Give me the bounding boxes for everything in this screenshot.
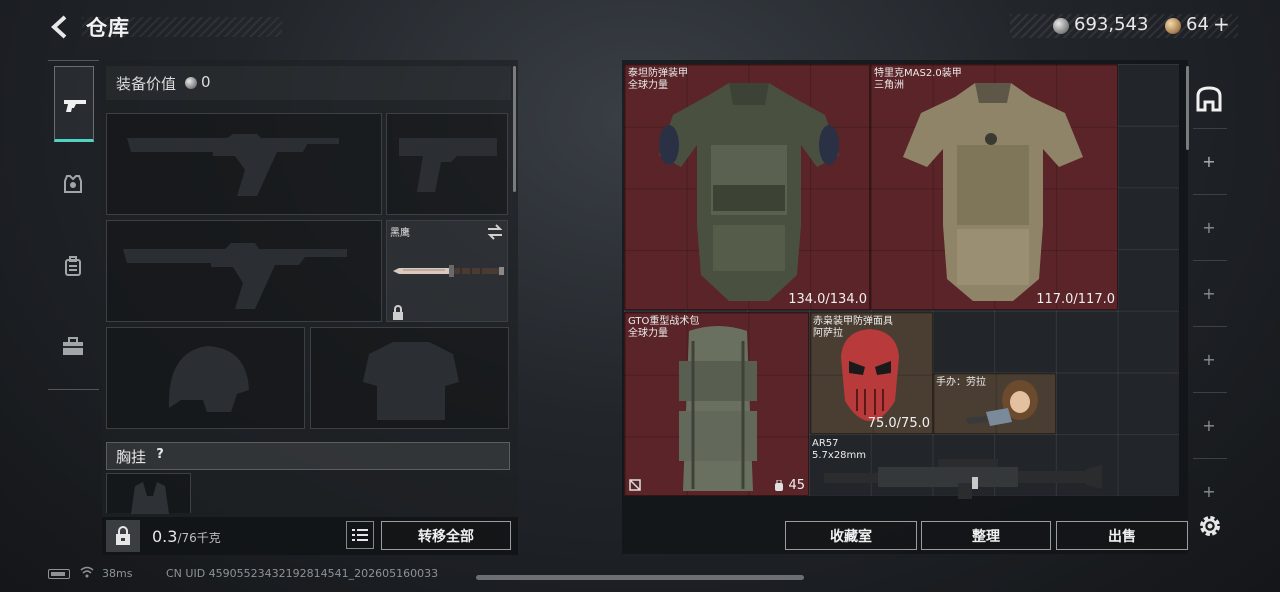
wifi-icon bbox=[80, 566, 94, 578]
backpack-image bbox=[679, 326, 757, 491]
backpack-icon bbox=[65, 256, 81, 276]
chest-rig-label: 胸挂 bbox=[116, 448, 147, 466]
add-stash-page-button[interactable]: + bbox=[1189, 416, 1229, 435]
item-durability: 134.0/134.0 bbox=[788, 292, 867, 307]
equip-value: 0 bbox=[201, 73, 211, 91]
stash-scrollbar[interactable] bbox=[1186, 66, 1189, 150]
pistol-icon bbox=[64, 100, 86, 112]
stash-item-lara-figure[interactable]: 手办：劳拉 bbox=[933, 373, 1056, 434]
item-durability: 117.0/117.0 bbox=[1036, 292, 1115, 307]
rifle-silhouette-icon bbox=[127, 134, 339, 196]
add-stash-page-button[interactable]: + bbox=[1189, 482, 1229, 501]
ticket-amount: 64 bbox=[1186, 14, 1209, 35]
pistol-silhouette-icon bbox=[399, 138, 497, 192]
swap-icon[interactable] bbox=[486, 224, 504, 240]
user-uid: CN UID 4590552343219281​4541_20260516003… bbox=[166, 567, 439, 580]
help-button[interactable]: ? bbox=[150, 447, 170, 465]
stash-page-main[interactable] bbox=[1190, 76, 1228, 122]
helmet-silhouette-icon bbox=[168, 346, 249, 412]
loadout-scrollbar[interactable] bbox=[513, 66, 516, 192]
sell-button[interactable]: 出售 bbox=[1056, 521, 1188, 550]
tab-tools[interactable] bbox=[53, 326, 93, 366]
item-subtitle: 全球力量 bbox=[628, 328, 668, 339]
divider bbox=[1193, 194, 1227, 195]
body-armor-slot[interactable] bbox=[310, 327, 509, 429]
silver-coin-icon bbox=[1053, 18, 1069, 34]
item-durability: 75.0/75.0 bbox=[867, 416, 930, 431]
carry-weight: 0.3/76千克 bbox=[152, 527, 221, 546]
primary-weapon-slot[interactable] bbox=[106, 113, 382, 215]
gear-icon bbox=[1200, 516, 1220, 536]
home-indicator[interactable] bbox=[476, 575, 804, 580]
armor-silhouette-icon bbox=[363, 342, 459, 420]
no-insure-icon bbox=[629, 479, 641, 491]
tab-backpack[interactable] bbox=[53, 246, 93, 286]
add-stash-page-button[interactable]: + bbox=[1189, 152, 1229, 171]
list-icon bbox=[352, 529, 368, 541]
body-armor-image bbox=[903, 83, 1083, 301]
stash-item-ar57[interactable]: AR57 5.7x28mm bbox=[810, 435, 1118, 499]
item-name: AR57 bbox=[812, 438, 839, 449]
divider bbox=[1193, 128, 1227, 129]
settings-button[interactable] bbox=[1196, 512, 1224, 540]
back-arrow-icon bbox=[51, 15, 67, 39]
equip-value-label: 装备价值 bbox=[116, 75, 177, 93]
divider bbox=[1193, 392, 1227, 393]
stash-item-trik-armor[interactable]: 特里克MAS2.0装甲 三角洲 117.0/117.0 bbox=[870, 64, 1118, 310]
page-title: 仓库 bbox=[86, 16, 130, 40]
melee-slot[interactable]: 黑鹰 bbox=[386, 220, 508, 322]
add-currency-button[interactable]: + bbox=[1213, 12, 1230, 36]
divider bbox=[1193, 458, 1227, 459]
collection-room-button[interactable]: 收藏室 bbox=[785, 521, 917, 550]
ping: 38ms bbox=[102, 567, 133, 580]
tab-weapons[interactable] bbox=[54, 66, 94, 142]
knife-icon bbox=[393, 265, 504, 277]
add-stash-page-button[interactable]: + bbox=[1189, 284, 1229, 303]
helmet-slot[interactable] bbox=[106, 327, 305, 429]
add-stash-page-button[interactable]: + bbox=[1189, 218, 1229, 237]
item-capacity: 45 bbox=[788, 478, 805, 493]
armor-icon bbox=[64, 175, 82, 193]
sort-button[interactable]: 整理 bbox=[921, 521, 1051, 550]
figure-image bbox=[966, 380, 1038, 426]
lock-icon bbox=[393, 305, 403, 320]
mask-image bbox=[841, 329, 899, 421]
add-stash-page-button[interactable]: + bbox=[1189, 350, 1229, 369]
lock-icon bbox=[116, 526, 130, 545]
stash-item-owl-mask[interactable]: 赤枭装甲防弹面具 阿萨拉 75.0/75.0 bbox=[810, 312, 933, 434]
weight-value: 0.3 bbox=[152, 527, 178, 546]
bag-icon bbox=[775, 480, 783, 491]
battery-icon bbox=[48, 569, 70, 579]
rig-silhouette-icon bbox=[131, 482, 169, 514]
tab-armor[interactable] bbox=[53, 164, 93, 204]
transfer-all-button[interactable]: 转移全部 bbox=[381, 521, 511, 550]
silver-coin-icon bbox=[185, 77, 197, 89]
secondary-weapon-slot[interactable] bbox=[106, 220, 382, 322]
rifle-silhouette-icon bbox=[123, 243, 347, 309]
money-amount: 693,543 bbox=[1074, 14, 1149, 35]
back-button[interactable] bbox=[46, 12, 76, 42]
toolbox-icon bbox=[63, 337, 83, 355]
stash-item-gto-backpack[interactable]: GTO重型战术包 全球力量 45 bbox=[624, 312, 809, 496]
stash-icon bbox=[1196, 86, 1222, 112]
stash-item-titan-armor[interactable]: 泰坦防弹装甲 全球力量 134.0/134.0 bbox=[624, 64, 870, 310]
divider bbox=[1193, 260, 1227, 261]
pistol-slot[interactable] bbox=[386, 113, 508, 215]
melee-name: 黑鹰 bbox=[390, 228, 410, 239]
weight-capacity: /76千克 bbox=[177, 531, 221, 545]
safe-box-button[interactable] bbox=[106, 520, 140, 552]
body-armor-image bbox=[659, 83, 839, 301]
divider bbox=[1193, 326, 1227, 327]
rifle-image bbox=[824, 459, 1102, 499]
chest-rig-slot[interactable] bbox=[106, 473, 191, 514]
gold-coin-icon bbox=[1165, 18, 1181, 34]
list-view-button[interactable] bbox=[346, 521, 374, 549]
